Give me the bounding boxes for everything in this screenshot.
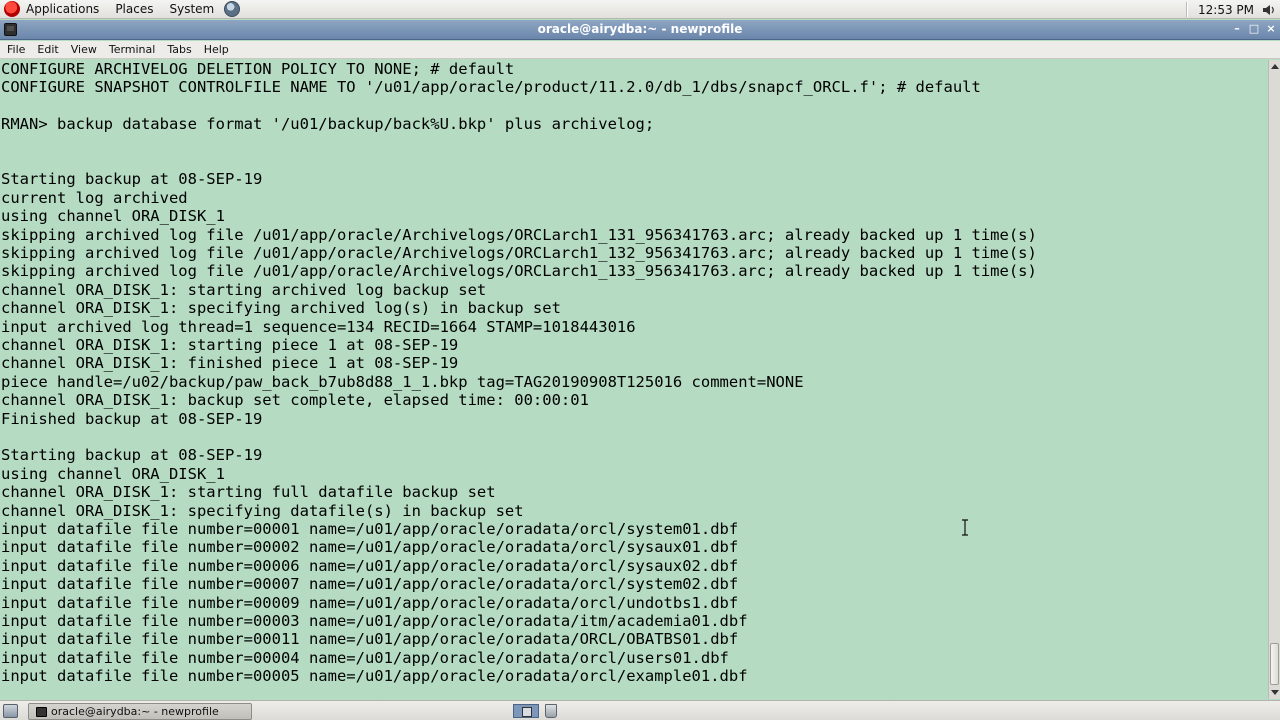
terminal-line: input datafile file number=00003 name=/u… [1,612,748,630]
terminal-line: input datafile file number=00011 name=/u… [1,630,739,649]
vertical-scrollbar[interactable] [1268,60,1280,699]
bottom-panel: oracle@airydba:~ - newprofile [0,700,1280,720]
terminal-line: using channel ORA_DISK_1 [1,207,225,226]
terminal-line: CONFIGURE ARCHIVELOG DELETION POLICY TO … [1,60,515,78]
terminal-line: input datafile file number=00006 name=/u… [1,556,739,575]
terminal-line: input datafile file number=00005 name=/u… [1,667,748,686]
terminal-output[interactable]: CONFIGURE ARCHIVELOG DELETION POLICY TO … [0,60,1268,699]
menu-view[interactable]: View [65,41,103,59]
terminal-line: skipping archived log file /u01/app/orac… [1,244,1037,262]
volume-icon[interactable] [1262,3,1276,17]
trash-icon[interactable] [545,704,557,718]
terminal-line: input datafile file number=00004 name=/u… [1,648,729,667]
terminal-line: skipping archived log file /u01/app/orac… [1,262,1037,281]
top-panel: Applications Places System 12:53 PM [0,0,1280,19]
close-icon[interactable]: × [1264,22,1278,36]
terminal-line: channel ORA_DISK_1: starting full datafi… [1,483,496,502]
window-title: oracle@airydba:~ - newprofile [537,22,743,36]
terminal-line: input datafile file number=00001 name=/u… [1,520,739,538]
terminal-window-icon[interactable] [4,23,17,36]
terminal-line: skipping archived log file /u01/app/orac… [1,225,1037,244]
minimize-icon[interactable]: – [1230,22,1244,36]
terminal-line: piece handle=/u02/backup/paw_back_b7ub8d… [1,372,804,391]
workspace-switcher[interactable] [513,704,539,718]
terminal-line: channel ORA_DISK_1: specifying datafile(… [1,501,524,520]
panel-separator [1186,2,1188,17]
scroll-up-arrow-icon[interactable] [1271,64,1279,69]
terminal-line: Starting backup at 08-SEP-19 [1,170,263,189]
taskbar-window-button[interactable]: oracle@airydba:~ - newprofile [28,703,252,720]
menu-terminal[interactable]: Terminal [103,41,162,59]
terminal-line: channel ORA_DISK_1: starting archived lo… [1,280,487,299]
terminal-line: input datafile file number=00007 name=/u… [1,575,739,594]
network-launcher-icon[interactable] [224,1,241,17]
terminal-line: channel ORA_DISK_1: backup set complete,… [1,391,589,410]
show-desktop-icon[interactable] [3,704,18,718]
terminal-line: channel ORA_DISK_1: specifying archived … [1,299,561,318]
system-menu[interactable]: System [161,0,222,19]
terminal-line: channel ORA_DISK_1: starting piece 1 at … [1,336,459,354]
terminal-line: channel ORA_DISK_1: finished piece 1 at … [1,354,459,373]
taskbar-window-label: oracle@airydba:~ - newprofile [51,705,219,718]
terminal-line: input datafile file number=00002 name=/u… [1,538,739,557]
menu-file[interactable]: File [0,41,31,59]
terminal-task-icon [36,707,47,717]
text-cursor-icon [962,519,968,536]
terminal-line: input datafile file number=00009 name=/u… [1,593,739,612]
window-titlebar[interactable]: oracle@airydba:~ - newprofile – □ × [0,20,1280,40]
terminal-line: current log archived [1,188,188,207]
terminal-line: RMAN> backup database format '/u01/backu… [1,115,655,134]
clock[interactable]: 12:53 PM [1198,3,1254,17]
maximize-icon[interactable]: □ [1247,22,1261,36]
places-menu[interactable]: Places [107,0,161,19]
panel-tray: 12:53 PM [1186,0,1280,19]
scrollbar-thumb[interactable] [1270,643,1279,685]
applications-menu[interactable]: Applications [20,0,107,19]
menu-tabs[interactable]: Tabs [161,41,197,59]
terminal-line: using channel ORA_DISK_1 [1,464,225,483]
menu-help[interactable]: Help [198,41,235,59]
terminal-line: input archived log thread=1 sequence=134… [1,317,636,336]
scroll-down-arrow-icon[interactable] [1271,690,1279,695]
terminal-line: Starting backup at 08-SEP-19 [1,446,263,465]
redhat-logo-icon[interactable] [4,1,20,17]
menu-edit[interactable]: Edit [31,41,64,59]
window-controls: – □ × [1230,22,1278,36]
terminal-line: CONFIGURE SNAPSHOT CONTROLFILE NAME TO '… [1,78,981,97]
terminal-line: Finished backup at 08-SEP-19 [1,409,263,428]
terminal-menubar: File Edit View Terminal Tabs Help [0,41,1280,59]
